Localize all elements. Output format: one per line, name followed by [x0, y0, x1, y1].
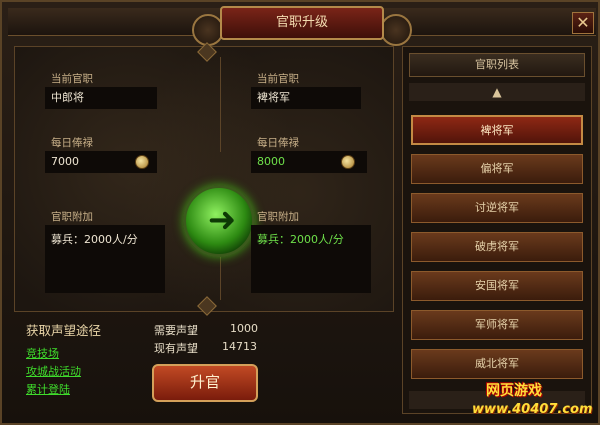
watermark-line2: www.40407.com — [472, 402, 593, 417]
coin-icon — [341, 155, 355, 169]
chevron-up-icon[interactable]: ▲ — [409, 83, 585, 101]
rank-item-2[interactable]: 偏将军 — [411, 154, 583, 184]
current-bonus-value: 募兵：2000人/分 — [45, 225, 165, 293]
upgrade-window: 官职升级 ✕ 当前官职 中郎将 每日俸禄 7000 官职附加 募兵：2000人/… — [0, 0, 600, 425]
current-rank-label: 当前官职 — [51, 73, 93, 85]
rank-item-6[interactable]: 军师将军 — [411, 310, 583, 340]
ornament-gem-bottom — [197, 296, 217, 316]
current-prestige-label: 现有声望 — [154, 342, 198, 355]
next-bonus-label: 官职附加 — [257, 211, 299, 223]
next-rank-label: 当前官职 — [257, 73, 299, 85]
link-cumulative-login[interactable]: 累计登陆 — [26, 381, 70, 397]
ornament-gem-top — [197, 42, 217, 62]
rank-item-1[interactable]: 裨将军 — [411, 115, 583, 145]
rank-list-header: 官职列表 — [409, 53, 585, 77]
current-prestige-value: 14713 — [222, 340, 257, 353]
prestige-sources-title: 获取声望途径 — [26, 323, 102, 338]
coin-icon — [135, 155, 149, 169]
current-rank-value: 中郎将 — [45, 87, 157, 109]
arrow-right-icon: ➜ — [207, 200, 237, 240]
current-bonus-label: 官职附加 — [51, 211, 93, 223]
watermark-line1: 网页游戏 — [486, 383, 542, 399]
site-watermark-logo: 网页游戏 www.40407.com — [472, 380, 598, 424]
next-bonus-value: 募兵：2000人/分 — [251, 225, 371, 293]
required-prestige-value: 1000 — [230, 322, 258, 335]
required-prestige-label: 需要声望 — [154, 324, 198, 337]
rank-item-5[interactable]: 安国将军 — [411, 271, 583, 301]
link-arena[interactable]: 竞技场 — [26, 345, 59, 361]
close-button[interactable]: ✕ — [572, 12, 594, 34]
current-salary-label: 每日俸禄 — [51, 137, 93, 149]
rank-comparison-panel: 当前官职 中郎将 每日俸禄 7000 官职附加 募兵：2000人/分 ➜ 当前官… — [14, 42, 394, 316]
promote-button[interactable]: 升官 — [152, 364, 258, 402]
next-rank-value: 裨将军 — [251, 87, 361, 109]
rank-item-3[interactable]: 讨逆将军 — [411, 193, 583, 223]
next-salary-label: 每日俸禄 — [257, 137, 299, 149]
divider-top — [220, 57, 221, 152]
rank-list-panel: 官职列表 ▲ 裨将军 偏将军 讨逆将军 破虏将军 安国将军 军师将军 威北将军 — [402, 46, 592, 414]
upgrade-arrow-orb: ➜ — [183, 185, 255, 257]
rank-item-4[interactable]: 破虏将军 — [411, 232, 583, 262]
rank-item-7[interactable]: 威北将军 — [411, 349, 583, 379]
link-siege-event[interactable]: 攻城战活动 — [26, 363, 81, 379]
window-title: 官职升级 — [220, 6, 384, 40]
title-ornament-right — [380, 14, 412, 46]
